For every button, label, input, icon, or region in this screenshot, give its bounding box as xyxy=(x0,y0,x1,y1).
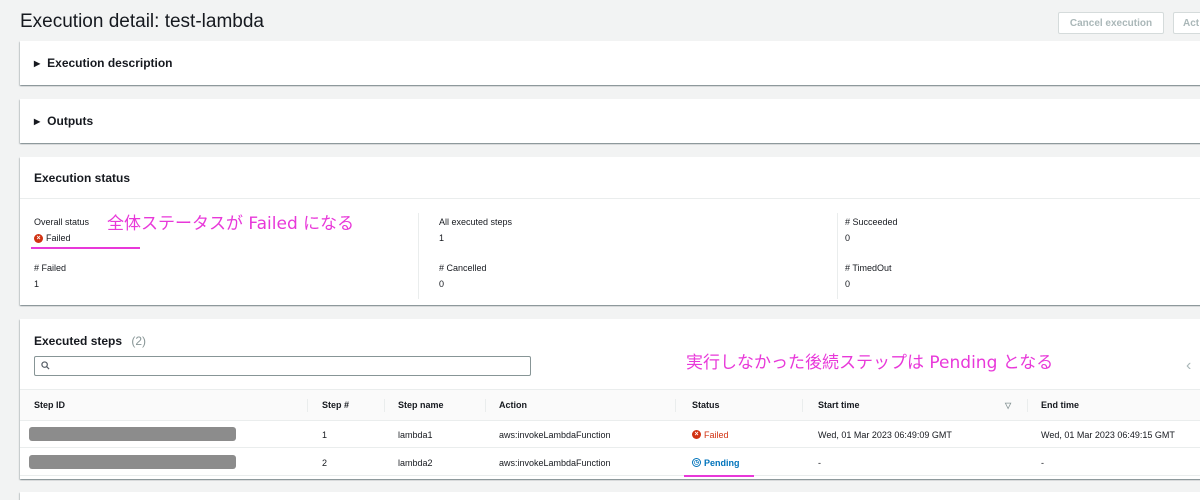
divider xyxy=(418,213,419,299)
redacted-step-id xyxy=(29,455,236,469)
col-step-id[interactable]: Step ID xyxy=(34,390,65,420)
overall-status-value: × Failed xyxy=(34,233,89,243)
step-name-cell[interactable]: lambda1 xyxy=(398,421,433,448)
executed-steps-title: Executed steps (2) xyxy=(34,334,146,348)
col-step-name[interactable]: Step name xyxy=(398,390,444,420)
execution-status-header: Execution status xyxy=(20,157,1200,199)
col-step-num[interactable]: Step # xyxy=(322,390,349,420)
redacted-step-id xyxy=(29,427,236,441)
execution-description-label: Execution description xyxy=(47,56,173,70)
overall-status: Overall status × Failed xyxy=(34,217,89,243)
table-row[interactable]: 2 lambda2 aws:invokeLambdaFunction ◷ Pen… xyxy=(20,449,1200,476)
outputs-panel[interactable]: ▶ Outputs xyxy=(20,99,1200,143)
divider xyxy=(837,213,838,299)
column-separator xyxy=(675,399,676,412)
status-cell: ◷ Pending xyxy=(692,449,740,476)
cancelled-count-label: # Cancelled xyxy=(439,263,487,273)
col-action[interactable]: Action xyxy=(499,390,527,420)
all-executed-steps-label: All executed steps xyxy=(439,217,513,227)
execution-description-expander[interactable]: ▶ Execution description xyxy=(20,41,1200,85)
executed-steps-count: (2) xyxy=(131,334,147,348)
column-separator xyxy=(485,399,486,412)
succeeded-count-label: # Succeeded xyxy=(845,217,898,227)
cancelled-count-value: 0 xyxy=(439,279,445,289)
caret-right-icon: ▶ xyxy=(34,116,41,126)
execution-description-panel[interactable]: ▶ Execution description xyxy=(20,41,1200,85)
column-separator xyxy=(307,399,308,412)
error-icon: × xyxy=(692,430,701,439)
failed-count: # Failed 1 xyxy=(34,263,66,289)
overall-status-text: Failed xyxy=(46,233,71,243)
actions-button[interactable]: Act xyxy=(1173,12,1200,34)
timedout-count: # TimedOut 0 xyxy=(845,263,892,289)
outputs-expander[interactable]: ▶ Outputs xyxy=(20,99,1200,143)
step-name-cell[interactable]: lambda2 xyxy=(398,449,433,476)
cancel-execution-button[interactable]: Cancel execution xyxy=(1058,12,1164,34)
status-underline xyxy=(31,247,140,249)
timedout-count-value: 0 xyxy=(845,279,851,289)
pending-annotation: 実行しなかった後続ステップは Pending となる xyxy=(686,353,1054,373)
previous-page-icon[interactable]: ‹ xyxy=(1186,357,1191,375)
start-time-cell: Wed, 01 Mar 2023 06:49:09 GMT xyxy=(818,429,952,440)
col-status[interactable]: Status xyxy=(692,390,720,420)
pending-underline xyxy=(684,475,754,477)
status-text: Failed xyxy=(704,429,729,440)
succeeded-count-value: 0 xyxy=(845,233,851,243)
column-separator xyxy=(802,399,803,412)
cancelled-count: # Cancelled 0 xyxy=(439,263,487,289)
column-separator xyxy=(384,399,385,412)
caret-right-icon: ▶ xyxy=(34,58,41,68)
error-icon: × xyxy=(34,233,43,243)
executed-steps-panel: Executed steps (2) ‹ Step ID Step # Step… xyxy=(20,319,1200,479)
all-executed-steps: All executed steps 1 xyxy=(439,217,512,243)
search-icon xyxy=(41,361,50,370)
status-text: Pending xyxy=(704,457,740,468)
executed-steps-title-text: Executed steps xyxy=(34,334,123,348)
end-time-cell: Wed, 01 Mar 2023 06:49:15 GMT xyxy=(1041,429,1175,440)
start-time-cell: - xyxy=(818,457,821,468)
overall-status-label: Overall status xyxy=(34,217,90,227)
steps-search-input[interactable] xyxy=(34,356,531,376)
sort-descending-icon[interactable]: ▽ xyxy=(1005,390,1011,420)
status-annotation: 全体ステータスが Failed になる xyxy=(107,214,355,234)
steps-table-header: Step ID Step # Step name Action Status S… xyxy=(20,389,1200,421)
step-num-cell: 1 xyxy=(322,429,328,440)
column-separator xyxy=(1027,399,1028,412)
timedout-count-label: # TimedOut xyxy=(845,263,892,273)
action-cell: aws:invokeLambdaFunction xyxy=(499,457,611,468)
outputs-label: Outputs xyxy=(47,114,94,128)
status-cell: × Failed xyxy=(692,421,729,448)
succeeded-count: # Succeeded 0 xyxy=(845,217,898,243)
step-num-cell: 2 xyxy=(322,457,328,468)
table-row[interactable]: 1 lambda1 aws:invokeLambdaFunction × Fai… xyxy=(20,421,1200,448)
clock-icon: ◷ xyxy=(692,458,701,467)
failed-count-value: 1 xyxy=(34,279,40,289)
failed-count-label: # Failed xyxy=(34,263,67,273)
next-panel xyxy=(20,492,1200,500)
col-start-time[interactable]: Start time xyxy=(818,390,860,420)
end-time-cell: - xyxy=(1041,457,1044,468)
col-end-time[interactable]: End time xyxy=(1041,390,1079,420)
page-title: Execution detail: test-lambda xyxy=(20,11,264,32)
all-executed-steps-value: 1 xyxy=(439,233,445,243)
action-cell: aws:invokeLambdaFunction xyxy=(499,429,611,440)
